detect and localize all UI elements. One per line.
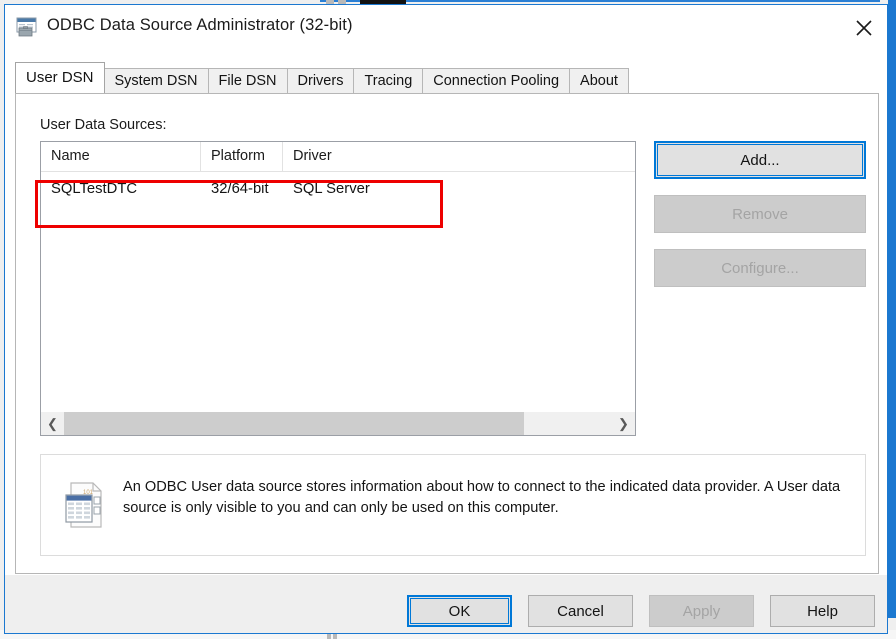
odbc-administrator-icon	[15, 17, 39, 39]
horizontal-scrollbar[interactable]: ❮ ❯	[41, 411, 635, 435]
table-row[interactable]: SQLTestDTC 32/64-bit SQL Server	[41, 172, 635, 206]
ok-button[interactable]: OK	[407, 595, 512, 627]
cell-driver: SQL Server	[293, 181, 370, 197]
screen: ODBC Data Source Administrator (32-bit) …	[0, 0, 896, 639]
tab-user-dsn[interactable]: User DSN	[15, 62, 105, 93]
cancel-button[interactable]: Cancel	[528, 595, 633, 627]
tab-system-dsn[interactable]: System DSN	[103, 68, 209, 93]
tab-file-dsn[interactable]: File DSN	[207, 68, 288, 93]
column-header-name[interactable]: Name	[41, 142, 201, 171]
info-panel: 101 An ODBC User data source stores info…	[40, 454, 866, 556]
tab-strip: User DSN System DSN File DSN Drivers Tra…	[15, 62, 879, 93]
tab-tracing[interactable]: Tracing	[353, 68, 424, 93]
chevron-right-icon[interactable]: ❯	[612, 412, 635, 435]
column-header-driver[interactable]: Driver	[283, 142, 635, 171]
title-bar: ODBC Data Source Administrator (32-bit)	[5, 5, 887, 51]
tab-drivers[interactable]: Drivers	[286, 68, 355, 93]
cell-platform: 32/64-bit	[211, 181, 269, 197]
info-description: An ODBC User data source stores informat…	[123, 479, 841, 516]
chevron-left-icon[interactable]: ❮	[41, 412, 64, 435]
tab-connection-pooling[interactable]: Connection Pooling	[422, 68, 571, 93]
data-source-document-icon: 101	[63, 481, 109, 531]
column-header-platform[interactable]: Platform	[201, 142, 283, 171]
dialog-footer: OK Cancel Apply Help	[5, 575, 887, 633]
add-button[interactable]: Add...	[654, 141, 866, 179]
background-artifact	[888, 0, 896, 9]
remove-button: Remove	[654, 195, 866, 233]
cell-name: SQLTestDTC	[51, 181, 138, 197]
tab-page-user-dsn: User Data Sources: Name Platform Driver …	[15, 93, 879, 574]
help-button[interactable]: Help	[770, 595, 875, 627]
scrollbar-thumb[interactable]	[64, 412, 525, 435]
user-data-sources-label: User Data Sources:	[40, 117, 167, 133]
tab-about[interactable]: About	[569, 68, 629, 93]
scrollbar-track[interactable]	[64, 412, 612, 435]
close-icon[interactable]	[841, 5, 887, 51]
window-title: ODBC Data Source Administrator (32-bit)	[47, 16, 353, 34]
odbc-administrator-dialog: ODBC Data Source Administrator (32-bit) …	[4, 4, 888, 634]
data-sources-list[interactable]: Name Platform Driver SQLTestDTC 32/64-bi…	[40, 141, 636, 436]
list-header-row: Name Platform Driver	[41, 142, 635, 172]
configure-button: Configure...	[654, 249, 866, 287]
apply-button: Apply	[649, 595, 754, 627]
